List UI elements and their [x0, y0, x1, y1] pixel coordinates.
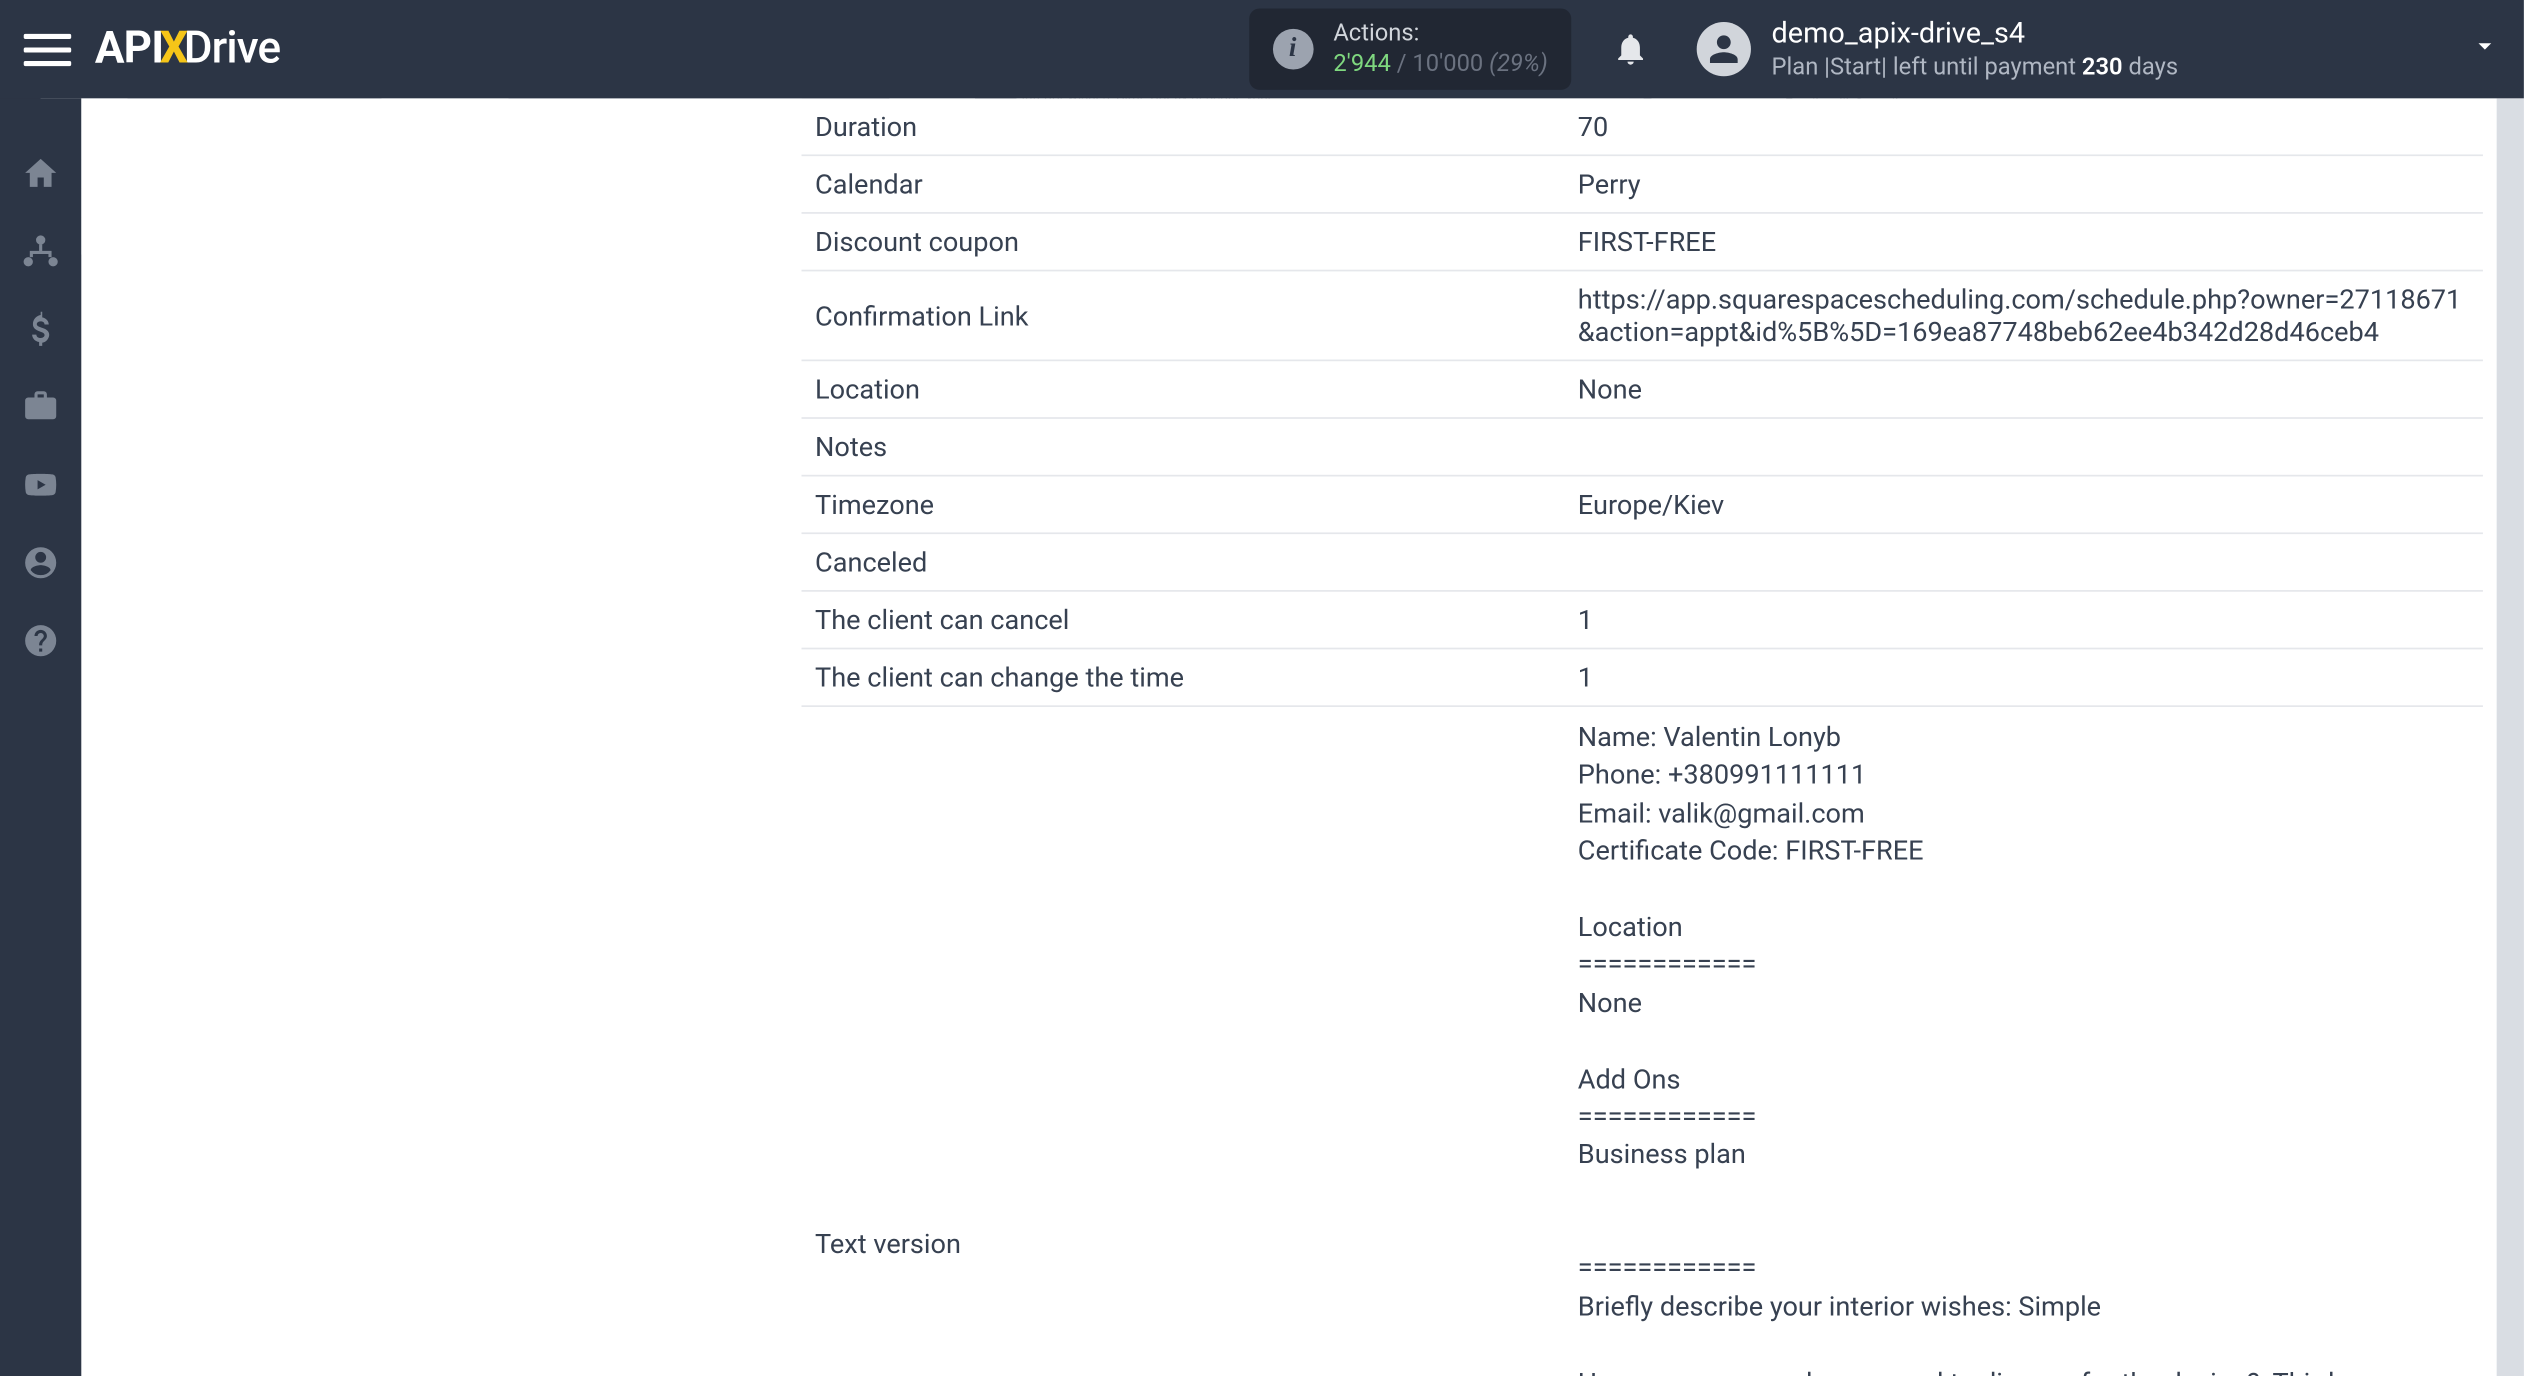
data-row: Confirmation Linkhttps://app.squarespace…: [802, 271, 2483, 361]
sidebar: [0, 98, 81, 1376]
data-row: CalendarPerry: [802, 156, 2483, 214]
field-label: Discount coupon: [815, 225, 1578, 257]
field-label: Text version: [815, 719, 1578, 1260]
main-area: Duration70CalendarPerryDiscount couponFI…: [81, 98, 2523, 1376]
data-row: Canceled: [802, 534, 2483, 592]
app-header: APIXDrive i Actions: 2'944 / 10'000 (29%…: [0, 0, 2524, 98]
actions-text: Actions: 2'944 / 10'000 (29%): [1333, 18, 1547, 80]
field-label: Confirmation Link: [815, 299, 1578, 331]
data-row: Discount couponFIRST-FREE: [802, 214, 2483, 272]
field-label: Canceled: [815, 546, 1578, 578]
field-label: Calendar: [815, 168, 1578, 200]
logo-api: API: [95, 24, 163, 75]
data-row: Notes: [802, 419, 2483, 477]
layout: Duration70CalendarPerryDiscount couponFI…: [0, 98, 2524, 1376]
logo-x: X: [160, 24, 187, 75]
home-icon[interactable]: [20, 153, 61, 194]
user-menu[interactable]: demo_apix-drive_s4 Plan |Start| left unt…: [1697, 15, 2500, 83]
field-label: Location: [815, 373, 1578, 405]
data-table: Duration70CalendarPerryDiscount couponFI…: [802, 98, 2483, 1376]
avatar-icon: [1697, 22, 1751, 76]
data-row-text-version: Text versionName: Valentin Lonyb Phone: …: [802, 707, 2483, 1376]
field-value: 1: [1578, 603, 2470, 635]
data-row: Duration70: [802, 98, 2483, 156]
field-value: None: [1578, 373, 2470, 405]
logo-drive: Drive: [184, 24, 281, 75]
data-row: LocationNone: [802, 361, 2483, 419]
field-label: Duration: [815, 110, 1578, 142]
data-row: The client can change the time1: [802, 649, 2483, 707]
left-panel: [81, 98, 801, 1376]
field-label: The client can cancel: [815, 603, 1578, 635]
menu-toggle-icon[interactable]: [24, 25, 71, 72]
field-value: Europe/Kiev: [1578, 488, 2470, 520]
info-icon: i: [1272, 29, 1313, 70]
notifications-icon[interactable]: [1612, 31, 1649, 68]
data-row: The client can cancel1: [802, 592, 2483, 650]
data-row: TimezoneEurope/Kiev: [802, 476, 2483, 534]
field-value: Name: Valentin Lonyb Phone: +38099111111…: [1578, 719, 2470, 1376]
billing-icon[interactable]: [20, 308, 61, 349]
field-value: 1: [1578, 661, 2470, 693]
actions-widget[interactable]: i Actions: 2'944 / 10'000 (29%): [1249, 8, 1572, 90]
youtube-icon[interactable]: [20, 464, 61, 505]
field-label: The client can change the time: [815, 661, 1578, 693]
field-label: Timezone: [815, 488, 1578, 520]
actions-count: 2'944 / 10'000 (29%): [1333, 49, 1547, 80]
user-text: demo_apix-drive_s4 Plan |Start| left unt…: [1772, 15, 2179, 83]
field-value: 70: [1578, 110, 2470, 142]
actions-label: Actions:: [1333, 18, 1547, 49]
field-value: https://app.squarespacescheduling.com/sc…: [1578, 283, 2470, 347]
briefcase-icon[interactable]: [20, 386, 61, 427]
field-value: Perry: [1578, 168, 2470, 200]
connections-icon[interactable]: [20, 231, 61, 272]
profile-icon[interactable]: [20, 542, 61, 583]
field-value: [1578, 431, 2470, 463]
user-plan: Plan |Start| left until payment 230 days: [1772, 52, 2179, 83]
help-icon[interactable]: [20, 620, 61, 661]
field-label: Notes: [815, 431, 1578, 463]
data-panel: Duration70CalendarPerryDiscount couponFI…: [802, 98, 2497, 1376]
field-value: FIRST-FREE: [1578, 225, 2470, 257]
field-value: [1578, 546, 2470, 578]
user-name: demo_apix-drive_s4: [1772, 15, 2179, 52]
logo[interactable]: APIXDrive: [95, 24, 280, 75]
chevron-down-icon: [2470, 31, 2501, 68]
